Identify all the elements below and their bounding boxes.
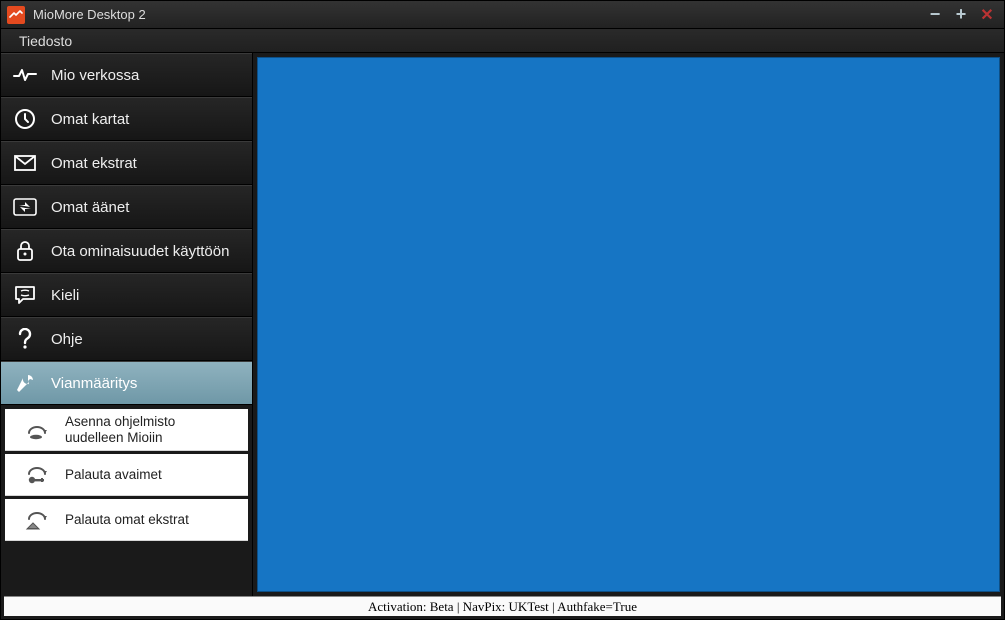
window-title: MioMore Desktop 2	[33, 7, 146, 22]
status-text: Activation: Beta | NavPix: UKTest | Auth…	[368, 599, 637, 615]
content-pane	[257, 57, 1000, 592]
statusbar: Activation: Beta | NavPix: UKTest | Auth…	[4, 596, 1001, 616]
sidebar-item-troubleshoot[interactable]: Vianmääritys	[1, 361, 252, 405]
sidebar-item-label: Omat kartat	[51, 111, 129, 128]
app-window: MioMore Desktop 2 − + ✕ Tiedosto Mio ver…	[0, 0, 1005, 620]
maximize-button[interactable]: +	[950, 5, 972, 25]
close-button[interactable]: ✕	[976, 5, 998, 25]
menubar: Tiedosto	[1, 29, 1004, 53]
clock-icon	[13, 107, 37, 131]
recover-extras-icon	[23, 508, 51, 532]
sidebar-item-label: Mio verkossa	[51, 67, 139, 84]
sidebar-item-language[interactable]: Kieli	[1, 273, 252, 317]
sidebar-item-label: Ota ominaisuudet käyttöön	[51, 243, 229, 260]
subitem-recover-extras[interactable]: Palauta omat ekstrat	[5, 499, 248, 541]
subitem-reinstall-software[interactable]: Asenna ohjelmisto uudelleen Mioiin	[5, 409, 248, 451]
subitem-label: Palauta avaimet	[65, 467, 162, 483]
sidebar-item-mio-online[interactable]: Mio verkossa	[1, 53, 252, 97]
sidebar-item-help[interactable]: Ohje	[1, 317, 252, 361]
envelope-icon	[13, 151, 37, 175]
sidebar-item-my-sounds[interactable]: Omat äänet	[1, 185, 252, 229]
minimize-button[interactable]: −	[924, 5, 946, 25]
sidebar-item-my-maps[interactable]: Omat kartat	[1, 97, 252, 141]
sidebar-item-label: Omat äänet	[51, 199, 129, 216]
subitem-label: Palauta omat ekstrat	[65, 512, 189, 528]
speech-bubble-icon	[13, 283, 37, 307]
sidebar-item-label: Vianmääritys	[51, 375, 137, 392]
subitem-label: Asenna ohjelmisto uudelleen Mioiin	[65, 414, 236, 445]
menu-file[interactable]: Tiedosto	[11, 31, 80, 51]
subitem-recover-keys[interactable]: Palauta avaimet	[5, 454, 248, 496]
wrench-icon	[13, 371, 37, 395]
sidebar-item-label: Kieli	[51, 287, 79, 304]
sidebar: Mio verkossa Omat kartat Omat ekstrat Om…	[1, 53, 253, 596]
sidebar-item-my-extras[interactable]: Omat ekstrat	[1, 141, 252, 185]
sidebar-item-label: Ohje	[51, 331, 83, 348]
sidebar-item-label: Omat ekstrat	[51, 155, 137, 172]
body: Mio verkossa Omat kartat Omat ekstrat Om…	[1, 53, 1004, 596]
reinstall-icon	[23, 418, 51, 442]
pulse-icon	[13, 63, 37, 87]
sidebar-item-unlock-features[interactable]: Ota ominaisuudet käyttöön	[1, 229, 252, 273]
transfer-icon	[13, 195, 37, 219]
recover-keys-icon	[23, 463, 51, 487]
lock-icon	[13, 239, 37, 263]
app-logo-icon	[7, 6, 25, 24]
titlebar: MioMore Desktop 2 − + ✕	[1, 1, 1004, 29]
help-icon	[13, 327, 37, 351]
